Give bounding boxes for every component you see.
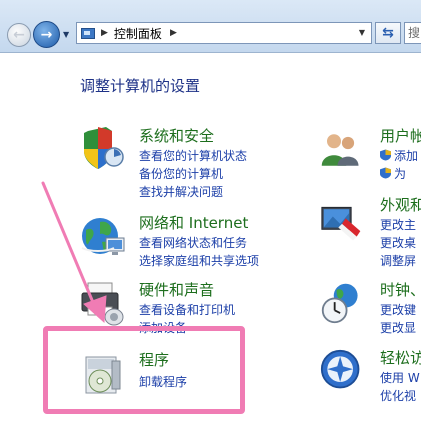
printer-speaker-icon [81,282,124,326]
appearance-monitor-icon [321,206,361,241]
category-title[interactable]: 轻松访 [380,347,421,368]
link-backup-computer[interactable]: 备份您的计算机 [139,165,223,182]
link-change-desktop[interactable]: 更改桌 [380,234,416,251]
forward-arrow-icon: → [40,26,53,43]
link-text: 添加 [394,149,419,163]
category-network-internet: 网络和 Internet 查看网络状态和任务 选择家庭组和共享选项 [78,212,278,272]
link-text: 为 [394,167,407,181]
uac-shield-icon [380,149,391,161]
category-title[interactable]: 系统和安全 [139,125,214,146]
back-button[interactable]: ← [7,23,31,47]
link-use-windows-suggestions[interactable]: 使用 W [380,369,420,386]
forward-button[interactable]: → [33,21,60,48]
category-title[interactable]: 网络和 Internet [139,212,248,233]
search-input[interactable]: 搜 [404,22,421,44]
refresh-button[interactable]: ⇆ [375,22,401,44]
link-adjust-resolution[interactable]: 调整屏 [380,252,416,269]
link-optimize-visual-display[interactable]: 优化视 [380,387,416,404]
control-panel-icon [81,27,95,39]
link-troubleshoot[interactable]: 查找并解决问题 [139,183,223,200]
link-view-network-status[interactable]: 查看网络状态和任务 [139,234,247,251]
link-set-parental[interactable]: 为 [380,165,406,182]
category-title[interactable]: 外观和 [380,194,421,215]
breadcrumb-control-panel[interactable]: 控制面板 [114,25,162,42]
link-view-computer-status[interactable]: 查看您的计算机状态 [139,147,247,164]
uac-shield-icon [380,167,391,179]
recent-pages-dropdown-icon[interactable]: ▼ [63,30,69,39]
navigation-bar: ← → ▼ ▶ 控制面板 ▶ ▼ ⇆ 搜 [0,0,421,53]
security-shield-icon [84,127,124,169]
users-icon [321,134,359,166]
category-title[interactable]: 时钟、 [380,279,421,300]
category-title[interactable]: 用户帐 [380,125,421,146]
ease-of-access-icon [320,349,360,389]
page-title: 调整计算机的设置 [80,77,201,95]
link-change-display-language[interactable]: 更改显 [380,319,416,336]
category-clock-region: 时钟、 更改键 更改显 [320,279,421,339]
back-arrow-icon: ← [13,27,25,43]
breadcrumb-separator-icon[interactable]: ▶ [170,28,177,38]
category-title[interactable]: 硬件和声音 [139,279,214,300]
breadcrumb-separator-icon[interactable]: ▶ [101,28,108,38]
link-devices-printers[interactable]: 查看设备和打印机 [139,301,235,318]
link-change-theme[interactable]: 更改主 [380,216,416,233]
category-system-security: 系统和安全 查看您的计算机状态 备份您的计算机 查找并解决问题 [78,125,278,205]
address-dropdown-icon[interactable]: ▼ [359,28,365,37]
highlight-box [43,326,245,414]
category-appearance: 外观和 更改主 更改桌 调整屏 [320,194,421,268]
link-add-user[interactable]: 添加 [380,147,418,164]
link-change-keyboard[interactable]: 更改键 [380,301,416,318]
link-homegroup-sharing[interactable]: 选择家庭组和共享选项 [139,252,259,269]
network-globe-icon [81,218,125,255]
category-user-accounts: 用户帐 添加 为 [320,125,421,185]
address-bar[interactable]: ▶ 控制面板 ▶ ▼ [76,22,372,44]
category-ease-of-access: 轻松访 使用 W 优化视 [320,347,421,407]
refresh-icon: ⇆ [382,25,394,41]
clock-globe-icon [321,283,358,324]
